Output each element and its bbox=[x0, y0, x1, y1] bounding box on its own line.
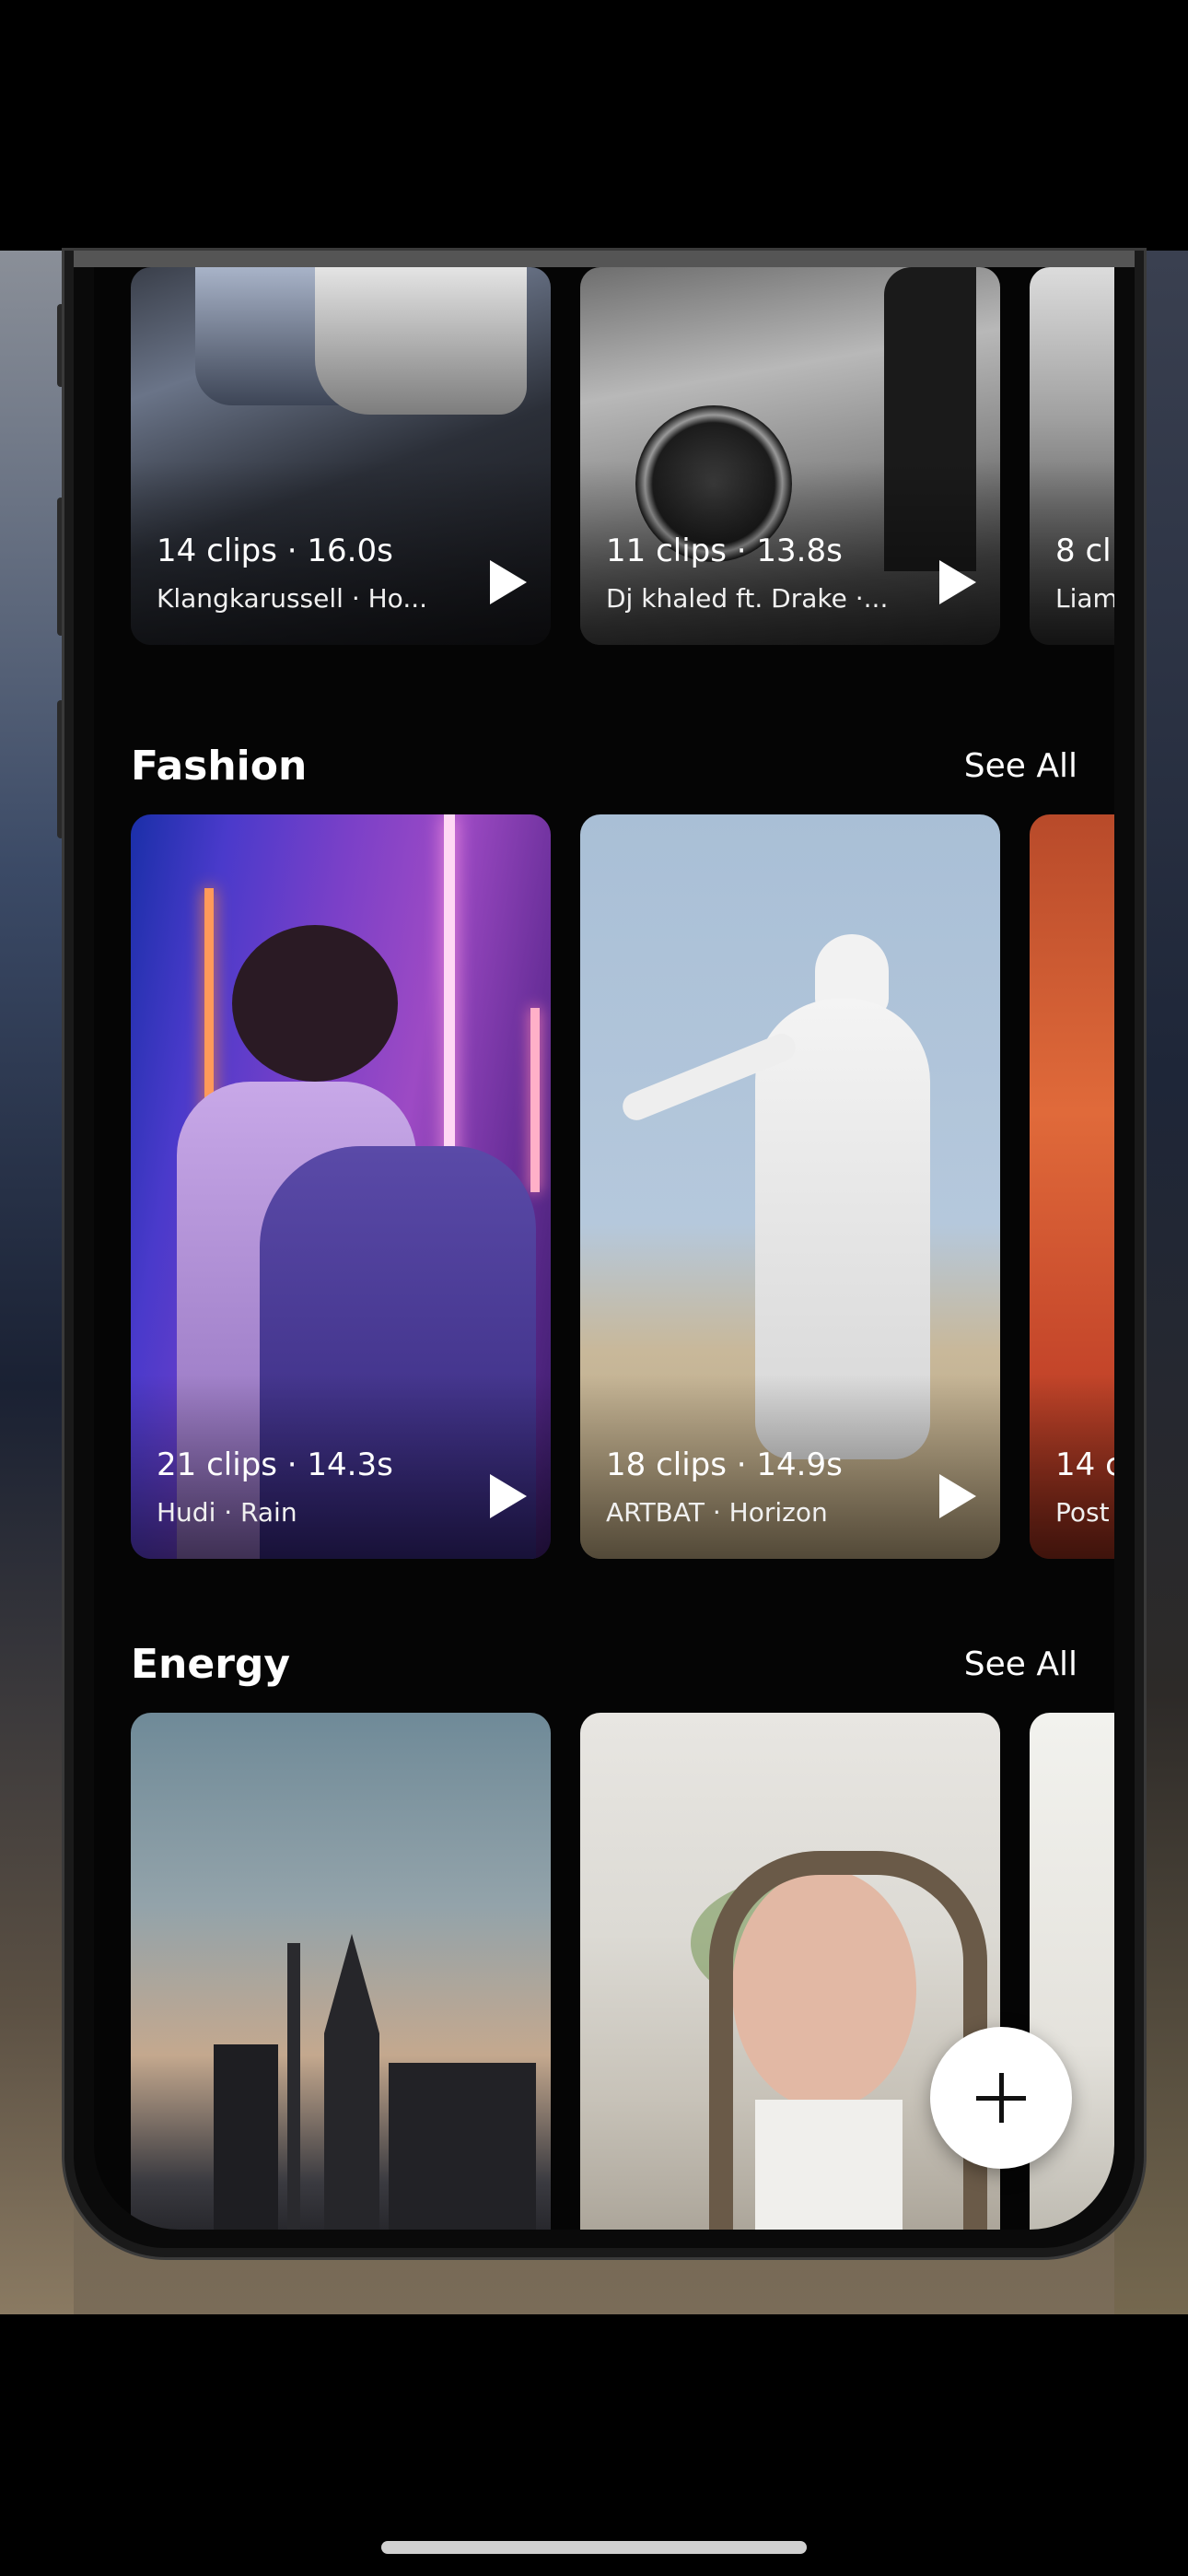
clip-count: 14 clips · 16.0s bbox=[157, 533, 393, 569]
song-title: ARTBAT · Horizon bbox=[606, 1497, 828, 1528]
top-carousel[interactable]: 14 clips · 16.0s Klangkarussell · Ho... … bbox=[94, 267, 1114, 663]
song-title: Post bbox=[1055, 1497, 1110, 1528]
template-card[interactable]: 21 clips · 14.3s Hudi · Rain bbox=[131, 814, 551, 1559]
card-image bbox=[324, 1934, 379, 2230]
card-image bbox=[389, 2063, 536, 2230]
phone-side-button bbox=[57, 700, 64, 838]
template-card[interactable] bbox=[131, 1713, 551, 2230]
bottom-letterbox bbox=[0, 2314, 1188, 2576]
template-card[interactable]: 14 c Post bbox=[1030, 814, 1114, 1559]
phone-side-button bbox=[57, 304, 64, 387]
plus-icon bbox=[999, 2073, 1004, 2123]
play-icon[interactable] bbox=[490, 560, 527, 604]
neon-light bbox=[530, 1008, 540, 1192]
template-card[interactable] bbox=[580, 1713, 1000, 2230]
home-indicator[interactable] bbox=[381, 2541, 807, 2554]
card-image bbox=[315, 267, 527, 415]
section-header-fashion: Fashion See All bbox=[94, 730, 1114, 803]
clip-count: 14 c bbox=[1055, 1446, 1114, 1483]
phone-side-button bbox=[57, 498, 64, 636]
add-button[interactable] bbox=[930, 2027, 1072, 2169]
clip-count: 11 clips · 13.8s bbox=[606, 533, 843, 569]
card-image bbox=[232, 925, 398, 1082]
card-image bbox=[755, 2100, 903, 2230]
fashion-carousel[interactable]: 21 clips · 14.3s Hudi · Rain 18 clips · … bbox=[94, 814, 1114, 1561]
see-all-link[interactable]: See All bbox=[964, 1628, 1077, 1702]
template-card[interactable]: 11 clips · 13.8s Dj khaled ft. Drake ·..… bbox=[580, 267, 1000, 645]
clip-count: 18 clips · 14.9s bbox=[606, 1446, 843, 1483]
section-title: Energy bbox=[131, 1641, 291, 1688]
template-card[interactable]: 14 clips · 16.0s Klangkarussell · Ho... bbox=[131, 267, 551, 645]
song-title: Hudi · Rain bbox=[157, 1497, 297, 1528]
phone-top-edge bbox=[74, 251, 1135, 267]
see-all-link[interactable]: See All bbox=[964, 730, 1077, 803]
song-title: Klangkarussell · Ho... bbox=[157, 583, 428, 614]
clip-count: 21 clips · 14.3s bbox=[157, 1446, 393, 1483]
template-card[interactable]: 8 cl Liam bbox=[1030, 267, 1114, 645]
section-header-energy: Energy See All bbox=[94, 1628, 1114, 1702]
app-screen: 14 clips · 16.0s Klangkarussell · Ho... … bbox=[0, 0, 1188, 2576]
card-image bbox=[214, 2044, 278, 2230]
song-title: Dj khaled ft. Drake ·... bbox=[606, 583, 889, 614]
song-title: Liam bbox=[1055, 583, 1114, 614]
card-image bbox=[287, 1943, 300, 2230]
section-title: Fashion bbox=[131, 743, 308, 790]
neon-light bbox=[444, 814, 455, 1183]
play-icon[interactable] bbox=[939, 560, 976, 604]
play-icon[interactable] bbox=[939, 1474, 976, 1518]
phone-frame: 14 clips · 16.0s Klangkarussell · Ho... … bbox=[64, 251, 1144, 2257]
phone-screen: 14 clips · 16.0s Klangkarussell · Ho... … bbox=[94, 267, 1114, 2230]
play-icon[interactable] bbox=[490, 1474, 527, 1518]
clip-count: 8 cl bbox=[1055, 533, 1112, 569]
template-card[interactable]: 18 clips · 14.9s ARTBAT · Horizon bbox=[580, 814, 1000, 1559]
